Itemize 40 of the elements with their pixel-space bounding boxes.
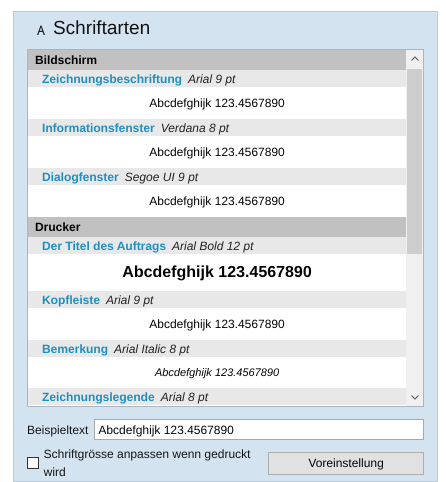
font-sample: Abcdefghijk 123.4567890 (149, 144, 285, 162)
font-spec: Segoe UI 9 pt (124, 168, 198, 186)
font-item-header[interactable]: Dialogfenster Segoe UI 9 pt (28, 168, 406, 186)
scale-checkbox[interactable] (27, 457, 39, 469)
font-spec: Arial Bold 12 pt (172, 238, 254, 255)
font-item-header[interactable]: Zeichnungslegende Arial 8 pt (28, 388, 406, 406)
scroll-thumb[interactable] (407, 69, 422, 254)
font-item-label: Bemerkung (42, 340, 108, 358)
font-sample: Abcdefghijk 123.4567890 (149, 193, 285, 210)
font-item-label: Dialogfenster (42, 168, 119, 186)
sample-text-field[interactable]: Abcdefghijk 123.4567890 (94, 419, 424, 440)
font-item-header[interactable]: Bemerkung Arial Italic 8 pt (28, 340, 406, 358)
font-sample: Abcdefghijk 123.4567890 (122, 262, 312, 283)
font-sample: Abcdefghijk 123.4567890 (149, 316, 285, 334)
section-header: Bildschirm (28, 50, 406, 70)
font-item-label: Der Titel des Auftrags (42, 238, 166, 255)
scroll-up-icon[interactable] (410, 56, 418, 62)
font-item-header[interactable]: Informationsfenster Verdana 8 pt (28, 119, 406, 136)
font-item-label: Zeichnungslegende (42, 388, 155, 406)
default-button[interactable]: Voreinstellung (268, 452, 424, 474)
scrollbar[interactable] (406, 50, 423, 406)
font-item-header[interactable]: Zeichnungsbeschriftung Arial 9 pt (28, 70, 406, 88)
sample-text-label: Beispieltext (27, 422, 88, 438)
scale-checkbox-label: Schriftgrösse anpassen wenn gedruckt wird (44, 446, 252, 481)
font-item-label: Kopfleiste (42, 292, 100, 309)
font-sample: Abcdefghijk 123.4567890 (154, 366, 280, 381)
font-item-label: Informationsfenster (42, 120, 155, 137)
font-item-header[interactable]: Der Titel des Auftrags Arial Bold 12 pt (28, 237, 406, 254)
font-spec: Arial 9 pt (188, 70, 236, 88)
font-spec: Verdana 8 pt (160, 120, 229, 137)
font-spec: Arial 9 pt (106, 292, 154, 309)
font-item-label: Zeichnungsbeschriftung (42, 70, 182, 88)
font-spec: Arial Italic 8 pt (114, 340, 190, 358)
panel-title: Schriftarten (53, 17, 150, 42)
font-item-header[interactable]: Kopfleiste Arial 9 pt (28, 291, 406, 308)
scroll-down-icon[interactable] (410, 395, 418, 400)
font-spec: Arial 8 pt (160, 388, 208, 406)
font-icon (36, 24, 46, 35)
font-sample: Abcdefghijk 123.4567890 (149, 95, 285, 112)
section-header: Drucker (28, 217, 406, 238)
